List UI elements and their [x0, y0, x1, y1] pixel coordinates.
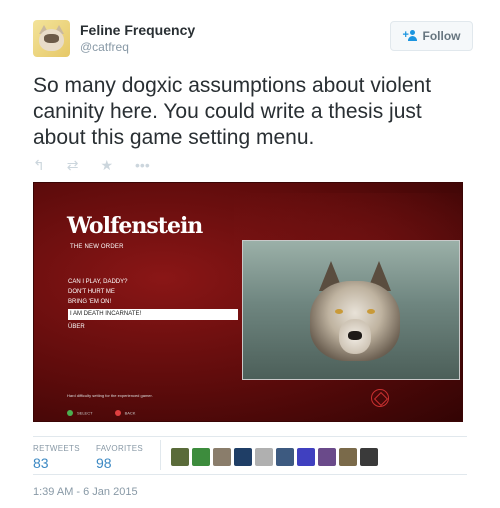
favoriter-avatar[interactable]: [360, 448, 378, 466]
favorites-stat[interactable]: FAVORITES 98: [96, 444, 143, 471]
account-handle[interactable]: @catfreq: [80, 40, 129, 54]
favorite-icon[interactable]: ★: [100, 158, 113, 172]
favoriter-avatar[interactable]: [255, 448, 273, 466]
favoriters-list: [171, 448, 378, 466]
divider: [33, 474, 467, 475]
avatar[interactable]: [33, 20, 70, 57]
account-name[interactable]: Feline Frequency: [80, 22, 195, 38]
wolf-icon: [305, 261, 405, 366]
a-button-icon: [67, 409, 73, 416]
retweets-label: RETWEETS: [33, 444, 80, 453]
game-subtitle: THE NEW ORDER: [70, 244, 124, 250]
game-logo: Wolfenstein: [67, 213, 203, 239]
more-icon[interactable]: •••: [135, 158, 150, 172]
stats-separator: [160, 440, 161, 470]
retweets-count: 83: [33, 455, 49, 471]
follow-button[interactable]: + Follow: [390, 21, 473, 51]
favoriter-avatar[interactable]: [192, 448, 210, 466]
menu-item: DON'T HURT ME: [68, 289, 115, 295]
controller-buttons: SELECT BACK: [67, 404, 136, 421]
menu-item-selected: I AM DEATH INCARNATE!: [68, 309, 238, 320]
emblem-icon: [371, 389, 389, 407]
difficulty-menu: CAN I PLAY, DADDY? DON'T HURT ME BRING '…: [68, 277, 238, 332]
favorites-label: FAVORITES: [96, 444, 144, 453]
favoriter-avatar[interactable]: [297, 448, 315, 466]
cat-mask: [44, 34, 59, 43]
menu-item: ÜBER: [68, 324, 85, 330]
b-button-icon: [114, 409, 121, 416]
divider: [33, 436, 467, 437]
favoriter-avatar[interactable]: [171, 448, 189, 466]
tweet-timestamp[interactable]: 1:39 AM - 6 Jan 2015: [33, 486, 138, 498]
retweets-stat[interactable]: RETWEETS 83: [33, 444, 80, 471]
tweet-actions: ↰ ⇄ ★ •••: [33, 157, 150, 173]
favoriter-avatar[interactable]: [318, 448, 336, 466]
tweet-header: Feline Frequency @catfreq + Follow: [33, 20, 473, 64]
follow-label: Follow: [422, 29, 461, 43]
favoriter-avatar[interactable]: [339, 448, 357, 466]
favorites-count: 98: [96, 455, 112, 471]
difficulty-hint: Hard difficulty setting for the experien…: [67, 393, 153, 398]
favoriter-avatar[interactable]: [276, 448, 294, 466]
tweet-text: So many dogxic assumptions about violent…: [33, 74, 432, 149]
favoriter-avatar[interactable]: [213, 448, 231, 466]
retweet-icon[interactable]: ⇄: [67, 158, 79, 172]
select-label: SELECT: [77, 410, 93, 416]
menu-item: BRING 'EM ON!: [68, 299, 112, 305]
follow-person-icon: +: [403, 30, 417, 42]
favoriter-avatar[interactable]: [234, 448, 252, 466]
wolf-image: [242, 240, 460, 380]
back-label: BACK: [124, 410, 136, 416]
tweet-media[interactable]: Wolfenstein THE NEW ORDER CAN I PLAY, DA…: [33, 182, 463, 422]
reply-icon[interactable]: ↰: [33, 158, 45, 172]
menu-item: CAN I PLAY, DADDY?: [68, 279, 128, 285]
